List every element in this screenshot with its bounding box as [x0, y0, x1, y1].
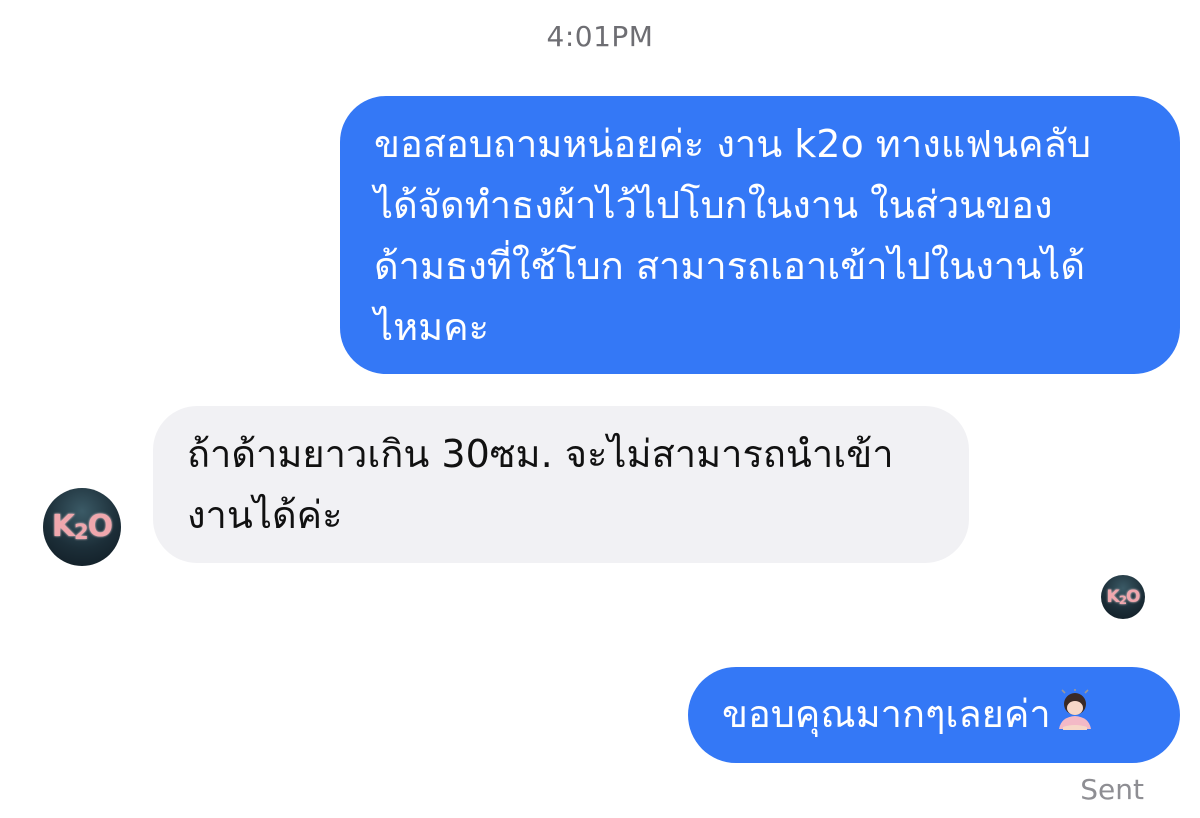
k2o-logo-icon: K2O [1106, 587, 1141, 607]
message-line: ถ้าด้ามยาวเกิน 30ซม. จะไม่สามารถนำเข้า [187, 432, 894, 476]
person-bowing-emoji-icon [1058, 689, 1091, 730]
sender-avatar[interactable]: K2O [43, 488, 121, 566]
delivery-status: Sent [1080, 773, 1144, 806]
sent-message-bubble[interactable]: ขอบคุณมากๆเลยค่า [688, 667, 1180, 763]
received-message-bubble[interactable]: ถ้าด้ามยาวเกิน 30ซม. จะไม่สามารถนำเข้า ง… [153, 406, 969, 563]
chat-screen: 4:01PM ขอสอบถามหน่อยค่ะ งาน k2o ทางแฟนคล… [0, 0, 1200, 818]
message-line: ไหมคะ [374, 305, 490, 349]
message-timestamp: 4:01PM [546, 20, 654, 53]
read-receipt-avatar: K2O [1101, 575, 1145, 619]
message-line: ด้ามธงที่ใช้โบก สามารถเอาเข้าไปในงานได้ [374, 244, 1086, 288]
message-line: งานได้ค่ะ [187, 493, 343, 537]
message-line: ขอสอบถามหน่อยค่ะ งาน k2o ทางแฟนคลับ [374, 122, 1091, 166]
message-line: ได้จัดทำธงผ้าไว้ไปโบกในงาน ในส่วนของ [374, 183, 1053, 227]
k2o-logo-icon: K2O [51, 509, 113, 545]
sent-message-bubble[interactable]: ขอสอบถามหน่อยค่ะ งาน k2o ทางแฟนคลับ ได้จ… [340, 96, 1180, 374]
message-text: ขอบคุณมากๆเลยค่า [722, 692, 1051, 736]
